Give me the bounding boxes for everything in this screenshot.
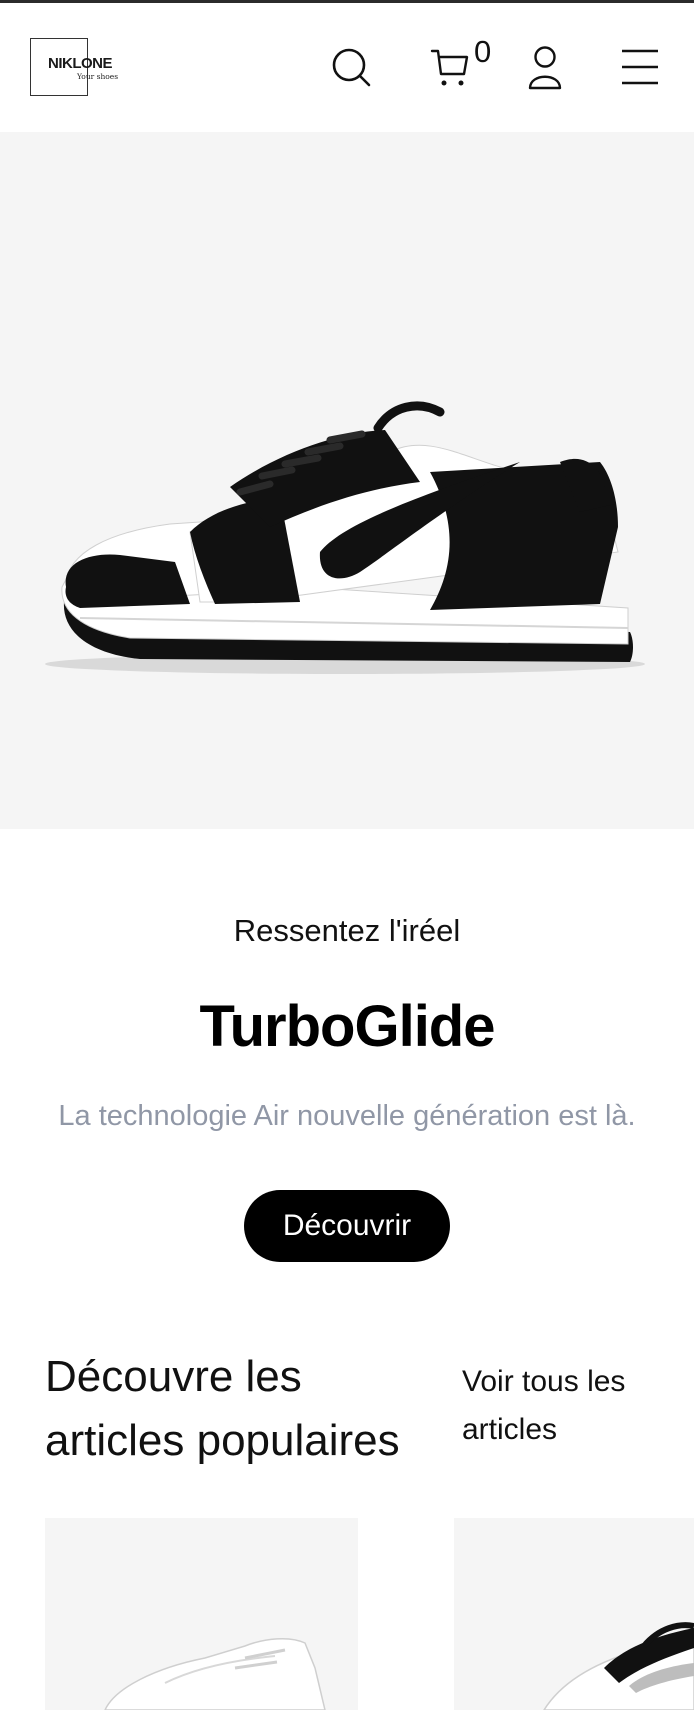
user-icon[interactable]	[527, 45, 563, 91]
hero-banner	[0, 132, 694, 829]
hero-sneaker-image	[45, 401, 645, 674]
product-image-black-white-sneaker	[543, 1622, 694, 1710]
cart-count-badge: 0	[474, 34, 492, 69]
logo-tagline: Your shoes	[77, 72, 119, 81]
cart-icon[interactable]	[430, 47, 470, 89]
product-card[interactable]	[454, 1518, 694, 1710]
search-icon[interactable]	[332, 48, 372, 88]
discover-button[interactable]: Découvrir	[244, 1190, 450, 1262]
hero-product-name: TurboGlide	[199, 994, 495, 1059]
site-header: NIKLONE Your shoes 0	[0, 3, 694, 132]
hero-tagline: Ressentez l'iréel	[233, 913, 461, 948]
menu-icon[interactable]	[621, 47, 659, 87]
see-all-articles-link[interactable]: Voir tous les articles	[462, 1358, 682, 1454]
product-image-white-sneaker	[104, 1638, 326, 1710]
logo-brand-text: NIKLONE	[48, 55, 113, 72]
brand-logo[interactable]: NIKLONE Your shoes	[30, 38, 120, 100]
product-card[interactable]	[45, 1518, 358, 1710]
hero-subtitle: La technologie Air nouvelle génération e…	[58, 1100, 636, 1132]
popular-section-title: Découvre les articles populaires	[45, 1352, 400, 1465]
